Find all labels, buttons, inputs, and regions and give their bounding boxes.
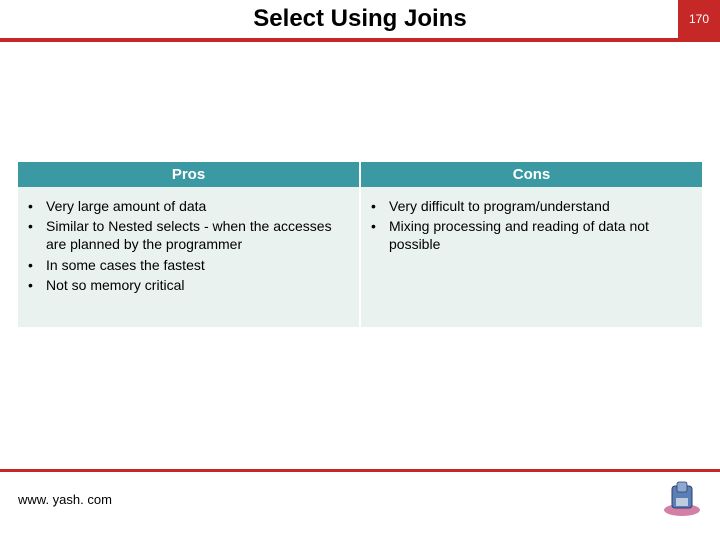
pros-cons-table: Pros •Very large amount of data •Similar… (18, 162, 702, 327)
cons-item-text: Mixing processing and reading of data no… (389, 217, 692, 253)
cons-header: Cons (361, 162, 702, 187)
list-item: •In some cases the fastest (28, 256, 349, 274)
pros-item-text: Very large amount of data (46, 197, 349, 215)
list-item: •Similar to Nested selects - when the ac… (28, 217, 349, 253)
list-item: •Very difficult to program/understand (371, 197, 692, 215)
footer-url: www. yash. com (18, 492, 112, 507)
list-item: •Mixing processing and reading of data n… (371, 217, 692, 253)
list-item: •Not so memory critical (28, 276, 349, 294)
pros-item-text: Not so memory critical (46, 276, 349, 294)
cons-column: Cons •Very difficult to program/understa… (361, 162, 702, 327)
pros-item-text: In some cases the fastest (46, 256, 349, 274)
cons-body: •Very difficult to program/understand •M… (361, 187, 702, 327)
slide: Select Using Joins 170 Pros •Very large … (0, 0, 720, 540)
title-bar: Select Using Joins 170 (0, 0, 720, 42)
logo-icon (662, 480, 702, 518)
cons-item-text: Very difficult to program/understand (389, 197, 692, 215)
pros-item-text: Similar to Nested selects - when the acc… (46, 217, 349, 253)
page-number-badge: 170 (678, 0, 720, 38)
pros-column: Pros •Very large amount of data •Similar… (18, 162, 359, 327)
pros-header: Pros (18, 162, 359, 187)
pros-list: •Very large amount of data •Similar to N… (28, 197, 349, 294)
cons-list: •Very difficult to program/understand •M… (371, 197, 692, 254)
list-item: •Very large amount of data (28, 197, 349, 215)
pros-body: •Very large amount of data •Similar to N… (18, 187, 359, 327)
footer: www. yash. com (0, 469, 720, 518)
slide-title: Select Using Joins (253, 5, 466, 33)
